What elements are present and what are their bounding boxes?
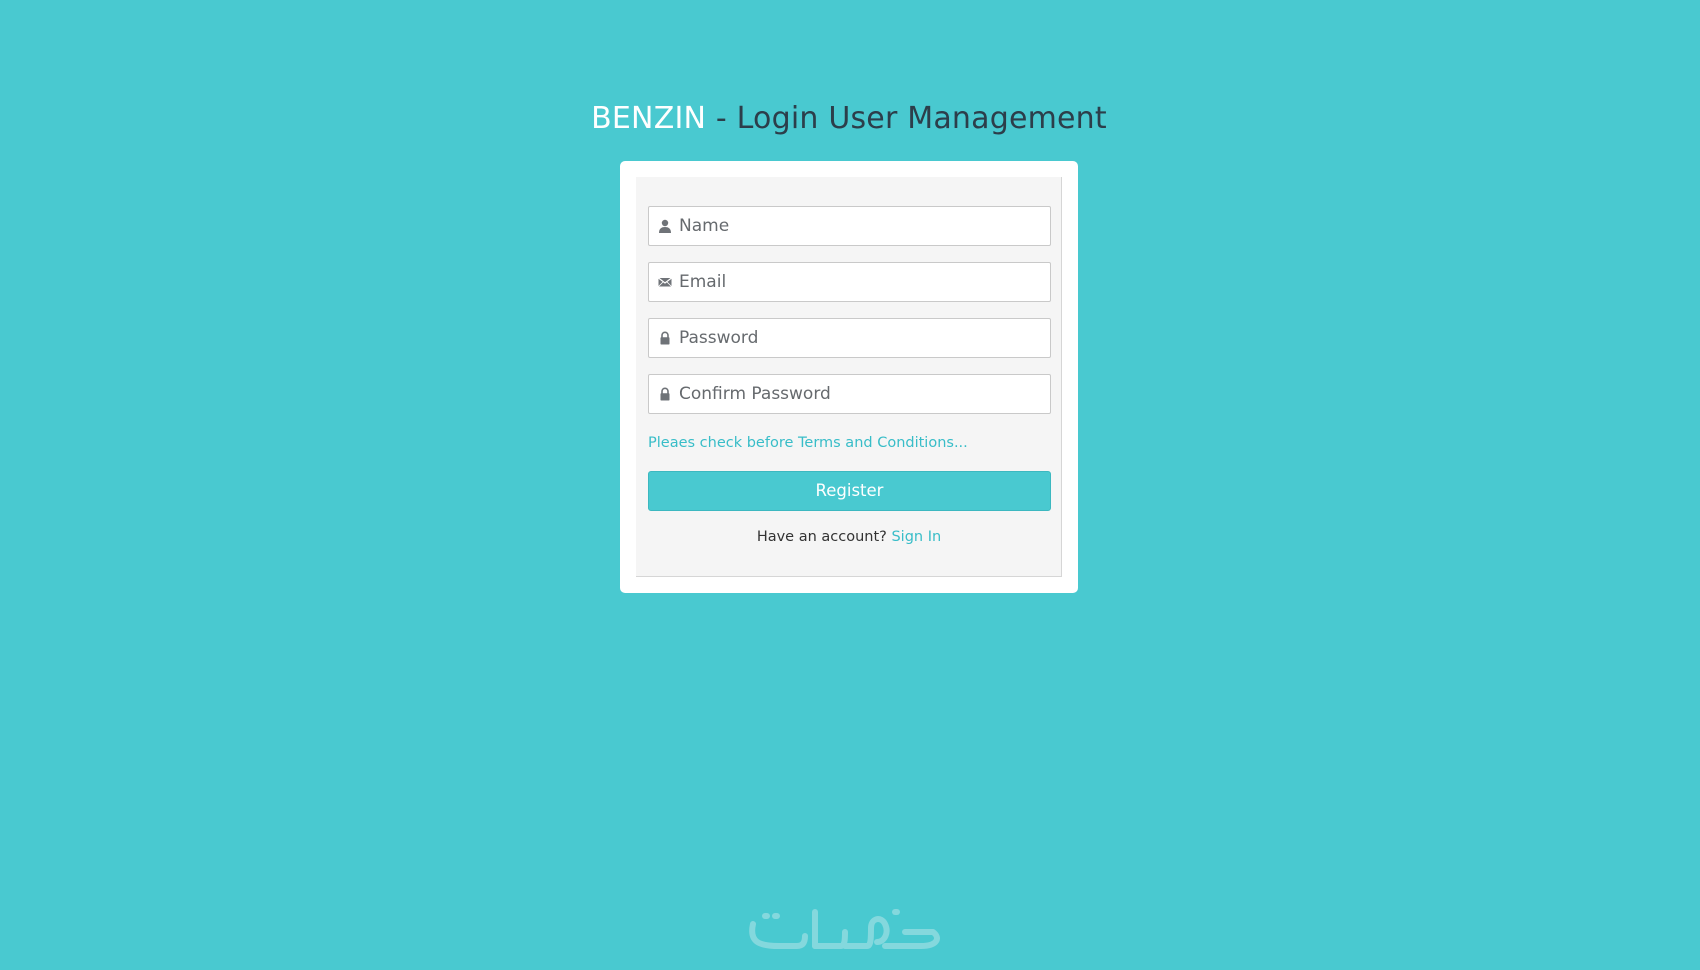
name-input[interactable] bbox=[679, 207, 1044, 245]
lock-icon bbox=[660, 331, 670, 345]
have-account-row: Have an account? Sign In bbox=[636, 529, 1062, 545]
title-text: - Login User Management bbox=[706, 101, 1107, 136]
terms-link[interactable]: Pleaes check before Terms and Conditions… bbox=[648, 435, 968, 451]
register-form: Pleaes check before Terms and Conditions… bbox=[636, 177, 1062, 577]
confirm-password-input[interactable] bbox=[679, 375, 1044, 413]
user-icon bbox=[659, 219, 671, 233]
sign-in-link[interactable]: Sign In bbox=[891, 529, 941, 545]
email-input[interactable] bbox=[679, 263, 1044, 301]
envelope-icon bbox=[658, 277, 672, 287]
lock-icon bbox=[660, 387, 670, 401]
password-field[interactable] bbox=[648, 318, 1051, 358]
register-card: Pleaes check before Terms and Conditions… bbox=[620, 161, 1078, 593]
email-field[interactable] bbox=[648, 262, 1051, 302]
register-button[interactable]: Register bbox=[648, 471, 1051, 511]
page-title: BENZIN - Login User Management bbox=[0, 101, 1698, 136]
khamsat-logo bbox=[749, 909, 940, 949]
name-field[interactable] bbox=[648, 206, 1051, 246]
have-account-text: Have an account? bbox=[756, 529, 887, 545]
password-input[interactable] bbox=[679, 319, 1044, 357]
brand-name: BENZIN bbox=[591, 101, 707, 136]
confirm-password-field[interactable] bbox=[648, 374, 1051, 414]
